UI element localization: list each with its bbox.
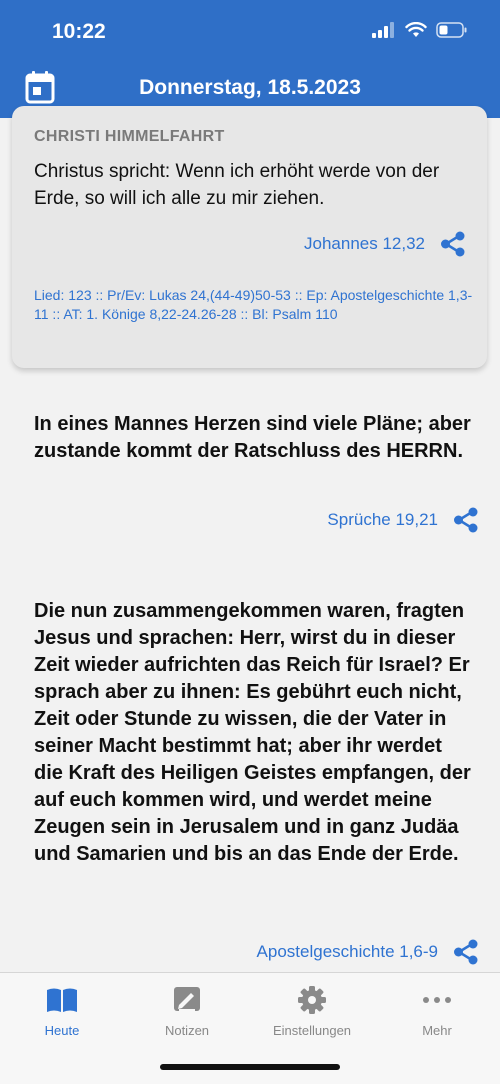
tab-label: Mehr	[422, 1023, 452, 1038]
tab-label: Einstellungen	[272, 1023, 352, 1038]
losung-reference-link[interactable]: Sprüche 19,21	[327, 510, 438, 530]
status-bar: 10:22	[0, 0, 500, 62]
tab-mehr[interactable]: Mehr	[377, 983, 497, 1038]
book-icon	[47, 988, 77, 1012]
feast-reference-row: Johannes 12,32	[304, 230, 467, 258]
feast-reference-link[interactable]: Johannes 12,32	[304, 234, 425, 254]
status-icons	[372, 22, 468, 38]
note-icon	[174, 987, 200, 1011]
gear-icon	[298, 986, 326, 1014]
share-icon[interactable]	[452, 938, 480, 966]
page-title: Donnerstag, 18.5.2023	[139, 76, 361, 99]
tab-heute[interactable]: Heute	[2, 983, 122, 1038]
feast-card: CHRISTI HIMMELFAHRT Christus spricht: We…	[12, 106, 487, 368]
feast-verse-text: Christus spricht: Wenn ich erhöht werde …	[34, 161, 440, 209]
feast-readings[interactable]: Lied: 123 :: Pr/Ev: Lukas 24,(44-49)50-5…	[34, 286, 474, 324]
status-time: 10:22	[52, 20, 106, 43]
signal-icon	[372, 22, 394, 38]
losung-reference-row: Sprüche 19,21	[327, 506, 480, 534]
lehrtext-reference-row: Apostelgeschichte 1,6-9	[257, 938, 480, 966]
feast-title: CHRISTI HIMMELFAHRT	[34, 128, 225, 145]
tab-label: Heute	[44, 1023, 80, 1038]
lehrtext-text: Die nun zusammengekommen waren, fragten …	[34, 600, 471, 865]
tab-label: Notizen	[164, 1023, 210, 1038]
lehrtext-reference-link[interactable]: Apostelgeschichte 1,6-9	[257, 942, 438, 962]
losung-text: In eines Mannes Herzen sind viele Pläne;…	[34, 413, 471, 462]
share-icon[interactable]	[439, 230, 467, 258]
tab-einstellungen[interactable]: Einstellungen	[252, 983, 372, 1038]
wifi-icon	[405, 22, 427, 37]
more-icon	[423, 997, 451, 1003]
battery-icon	[436, 22, 467, 38]
share-icon[interactable]	[452, 506, 480, 534]
tab-notizen[interactable]: Notizen	[127, 983, 247, 1038]
home-indicator	[160, 1064, 340, 1070]
